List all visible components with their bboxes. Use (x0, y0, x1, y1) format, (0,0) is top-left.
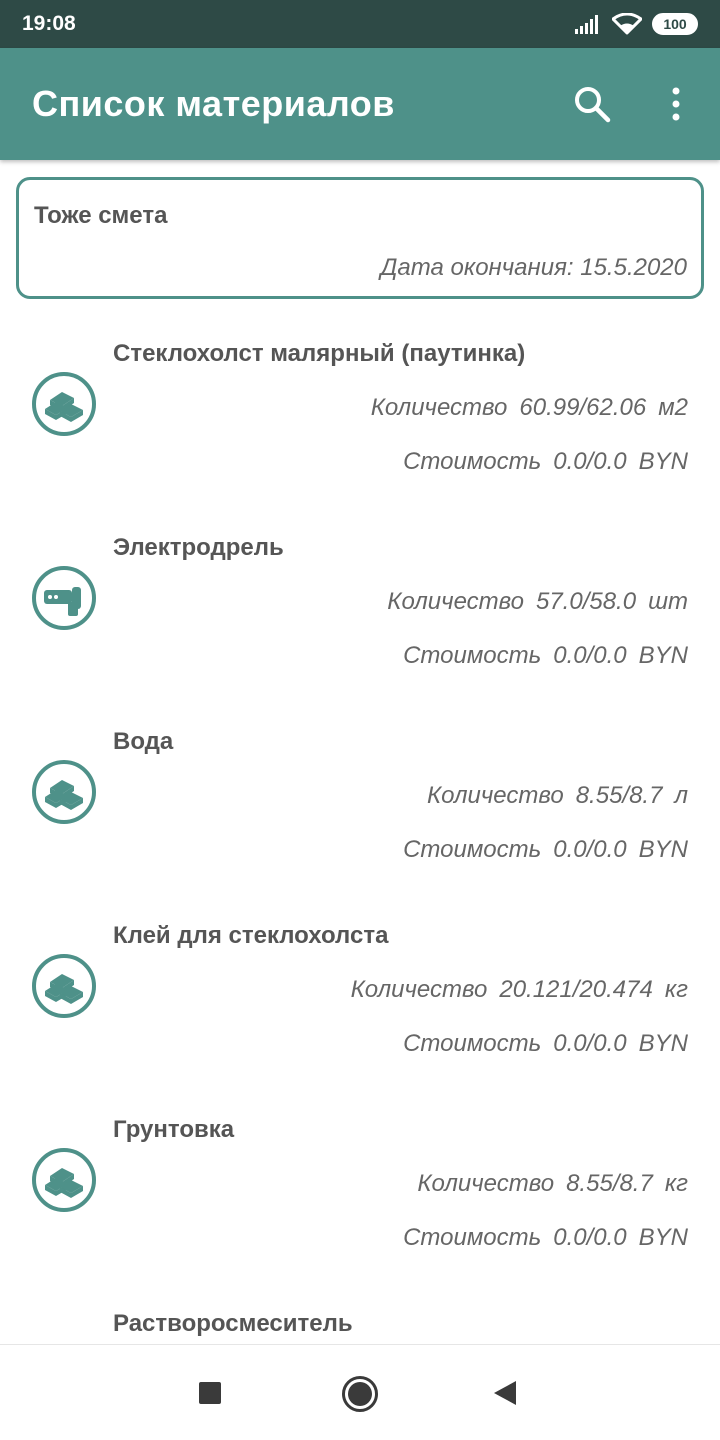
estimate-name: Тоже смета (34, 202, 168, 229)
item-name: Вода (113, 728, 174, 755)
item-quantity: Количество 8.55/8.7 кг (417, 1170, 688, 1197)
list-item[interactable]: Растворосмеситель (0, 1280, 720, 1344)
item-quantity: Количество 60.99/62.06 м2 (370, 394, 688, 421)
search-icon (575, 87, 611, 123)
item-name: Стеклохолст малярный (паутинка) (113, 340, 526, 367)
drill-icon (32, 566, 96, 630)
overflow-menu-button[interactable] (654, 82, 698, 126)
item-name: Растворосмеситель (113, 1310, 353, 1337)
list-item[interactable]: Вода Количество 8.55/8.7 л Стоимость 0.0/0.… (0, 698, 720, 892)
estimate-card[interactable]: Тоже смета Дата окончания: 15.5.2020 (16, 177, 704, 299)
item-quantity: Количество 20.121/20.474 кг (350, 976, 688, 1003)
status-icons: 100 (574, 13, 698, 35)
back-button[interactable] (494, 1381, 516, 1405)
item-name: Грунтовка (113, 1116, 235, 1143)
app-bar: Список материалов (0, 48, 720, 160)
battery-icon: 100 (652, 13, 698, 35)
list-item[interactable]: Стеклохолст малярный (паутинка) Количест… (0, 310, 720, 504)
bricks-icon (32, 760, 96, 824)
status-bar: 19:08 100 (0, 0, 720, 48)
search-button[interactable] (570, 82, 614, 126)
list-item[interactable]: Грунтовка Количество 8.55/8.7 кг Стоимость… (0, 1086, 720, 1280)
bricks-icon (32, 1148, 96, 1212)
materials-list[interactable]: Стеклохолст малярный (паутинка) Количест… (0, 310, 720, 1344)
recent-apps-button[interactable] (199, 1382, 221, 1404)
status-time: 19:08 (22, 12, 76, 35)
list-item[interactable]: Клей для стеклохолста Количество 20.121/2… (0, 892, 720, 1086)
item-cost: Стоимость 0.0/0.0 BYN (403, 1224, 688, 1251)
item-cost: Стоимость 0.0/0.0 BYN (403, 1030, 688, 1057)
wifi-icon (612, 13, 642, 35)
bricks-icon (32, 372, 96, 436)
item-cost: Стоимость 0.0/0.0 BYN (403, 836, 688, 863)
more-vert-icon (672, 87, 680, 121)
signal-icon (575, 15, 598, 34)
battery-level: 100 (663, 16, 687, 32)
estimate-end-date: Дата окончания: 15.5.2020 (380, 254, 687, 281)
bricks-icon (32, 954, 96, 1018)
item-name: Клей для стеклохолста (113, 922, 389, 949)
item-cost: Стоимость 0.0/0.0 BYN (403, 448, 688, 475)
home-button[interactable] (342, 1376, 378, 1412)
item-quantity: Количество 57.0/58.0 шт (387, 588, 688, 615)
item-name: Электродрель (113, 534, 284, 561)
page-title: Список материалов (32, 83, 395, 124)
list-item[interactable]: Электродрель Количество 57.0/58.0 шт Стоим… (0, 504, 720, 698)
navigation-bar (0, 1344, 720, 1440)
item-quantity: Количество 8.55/8.7 л (427, 782, 688, 809)
item-cost: Стоимость 0.0/0.0 BYN (403, 642, 688, 669)
